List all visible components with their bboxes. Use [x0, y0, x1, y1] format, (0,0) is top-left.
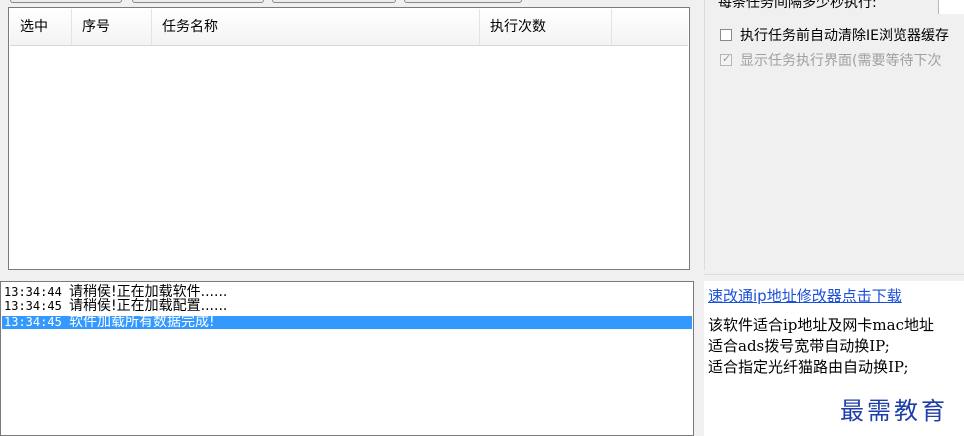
log-text: 软件加载所有数据完成! [69, 314, 215, 330]
log-list[interactable]: 13:34:44 请稍侯!正在加载软件...... 13:34:45 请稍侯!正… [0, 281, 694, 436]
show-exec-ui-option[interactable]: 显示任务执行界面(需要等待下次 [716, 50, 964, 70]
log-time: 13:34:45 [4, 299, 62, 313]
top-tab-stub-3[interactable] [272, 0, 396, 3]
clear-ie-cache-label: 执行任务前自动清除IE浏览器缓存 [740, 28, 949, 44]
log-text: 请稍侯!正在加载配置...... [69, 298, 228, 314]
info-line-2: 适合ads拨号宽带自动换IP; [708, 337, 890, 355]
task-table-header: 选中 序号 任务名称 执行次数 [10, 9, 688, 46]
info-line-1: 该软件适合ip地址及网卡mac地址 [708, 316, 934, 334]
log-time: 13:34:44 [4, 285, 62, 299]
top-tab-stub-1[interactable] [10, 0, 122, 3]
show-exec-ui-label: 显示任务执行界面(需要等待下次 [740, 53, 942, 69]
info-line-3: 适合指定光纤猫路由自动换IP; [708, 358, 909, 376]
watermark-text: 最需教育 [840, 397, 948, 425]
log-line: 13:34:45 请稍侯!正在加载配置...... [4, 298, 228, 314]
clear-ie-cache-option[interactable]: 执行任务前自动清除IE浏览器缓存 [716, 25, 964, 45]
panel-divider-horizontal [704, 274, 964, 275]
top-tab-stub-2[interactable] [132, 0, 264, 3]
top-tab-stub-4[interactable] [404, 0, 522, 3]
column-header-exec-count[interactable]: 执行次数 [480, 9, 612, 45]
column-header-filler [612, 9, 690, 45]
clear-ie-cache-checkbox[interactable] [720, 29, 732, 41]
show-exec-ui-checkbox[interactable] [720, 52, 732, 66]
column-header-select[interactable]: 选中 [10, 9, 72, 45]
column-header-task-name[interactable]: 任务名称 [152, 9, 480, 45]
download-link[interactable]: 速改通ip地址修改器点击下载 [708, 285, 902, 306]
log-time: 13:34:45 [4, 315, 62, 329]
interval-label: 每条任务间隔多少秒执行: [718, 0, 877, 11]
log-line-selected[interactable]: 13:34:45 软件加载所有数据完成! [2, 314, 692, 330]
interval-input[interactable] [938, 0, 964, 14]
task-table[interactable]: 选中 序号 任务名称 执行次数 [8, 7, 690, 270]
column-header-index[interactable]: 序号 [72, 9, 152, 45]
panel-divider [704, 0, 705, 270]
info-panel: 速改通ip地址修改器点击下载 该软件适合ip地址及网卡mac地址 适合ads拨号… [704, 281, 964, 436]
